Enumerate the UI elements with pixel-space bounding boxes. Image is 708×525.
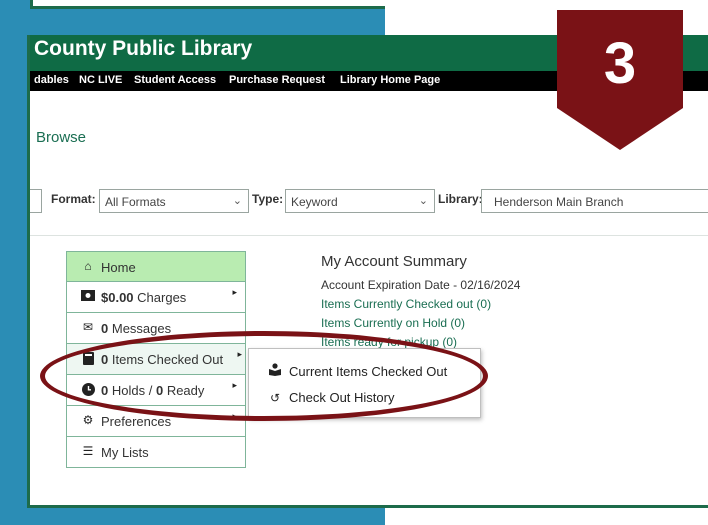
highlight-oval <box>40 331 488 421</box>
chevron-down-icon: ⌄ <box>232 195 242 207</box>
money-icon <box>81 290 95 303</box>
menu-item-charges[interactable]: $0.00 Charges ▸ <box>66 282 246 313</box>
nav-item-student-access[interactable]: Student Access <box>134 74 216 86</box>
nav-item-nc-live[interactable]: NC LIVE <box>79 74 122 86</box>
menu-item-label: My Lists <box>101 445 149 460</box>
home-icon: ⌂ <box>84 259 92 273</box>
menu-item-home[interactable]: ⌂ Home <box>66 251 246 282</box>
nav-item-purchase-request[interactable]: Purchase Request <box>229 74 325 86</box>
charges-amount: $0.00 <box>101 290 134 305</box>
charges-label: Charges <box>137 290 187 305</box>
nav-item-library-home[interactable]: Library Home Page <box>340 74 440 86</box>
nav-item-downloadables[interactable]: dables <box>34 74 69 86</box>
library-title: County Public Library <box>34 37 253 60</box>
caret-right-icon: ▸ <box>232 287 237 297</box>
summary-title: My Account Summary <box>321 253 467 270</box>
type-value: Keyword <box>291 195 338 209</box>
format-label: Format: <box>51 192 96 206</box>
format-select[interactable]: All Formats ⌄ <box>99 189 249 213</box>
messages-label: Messages <box>111 321 172 336</box>
menu-item-my-lists[interactable]: ☰ My Lists <box>66 437 246 468</box>
step-badge: 3 <box>557 10 683 150</box>
envelope-icon: ✉ <box>82 320 94 334</box>
library-value: Henderson Main Branch <box>494 195 624 209</box>
messages-count: 0 <box>101 321 109 336</box>
library-select[interactable]: Henderson Main Branch <box>481 189 708 213</box>
gear-icon: ⚙ <box>82 413 94 427</box>
browse-link[interactable]: Browse <box>36 129 86 146</box>
menu-item-label: Home <box>101 260 136 275</box>
link-checked-out[interactable]: Items Currently Checked out (0) <box>321 297 520 316</box>
type-label: Type: <box>252 192 284 206</box>
list-icon: ☰ <box>82 444 94 458</box>
menu-item-label: Preferences <box>101 414 172 429</box>
frame-top-white <box>30 0 385 9</box>
expiration-date: Account Expiration Date - 02/16/2024 <box>321 278 521 292</box>
search-bar: Format: All Formats ⌄ Type: Keyword ⌄ Li… <box>30 187 708 215</box>
type-select[interactable]: Keyword ⌄ <box>285 189 435 213</box>
search-input[interactable] <box>30 189 42 213</box>
format-value: All Formats <box>105 195 166 209</box>
step-number: 3 <box>603 31 637 96</box>
library-label: Library: <box>438 192 483 206</box>
link-on-hold[interactable]: Items Currently on Hold (0) <box>321 316 520 335</box>
divider <box>30 235 708 236</box>
chevron-down-icon: ⌄ <box>418 195 428 207</box>
